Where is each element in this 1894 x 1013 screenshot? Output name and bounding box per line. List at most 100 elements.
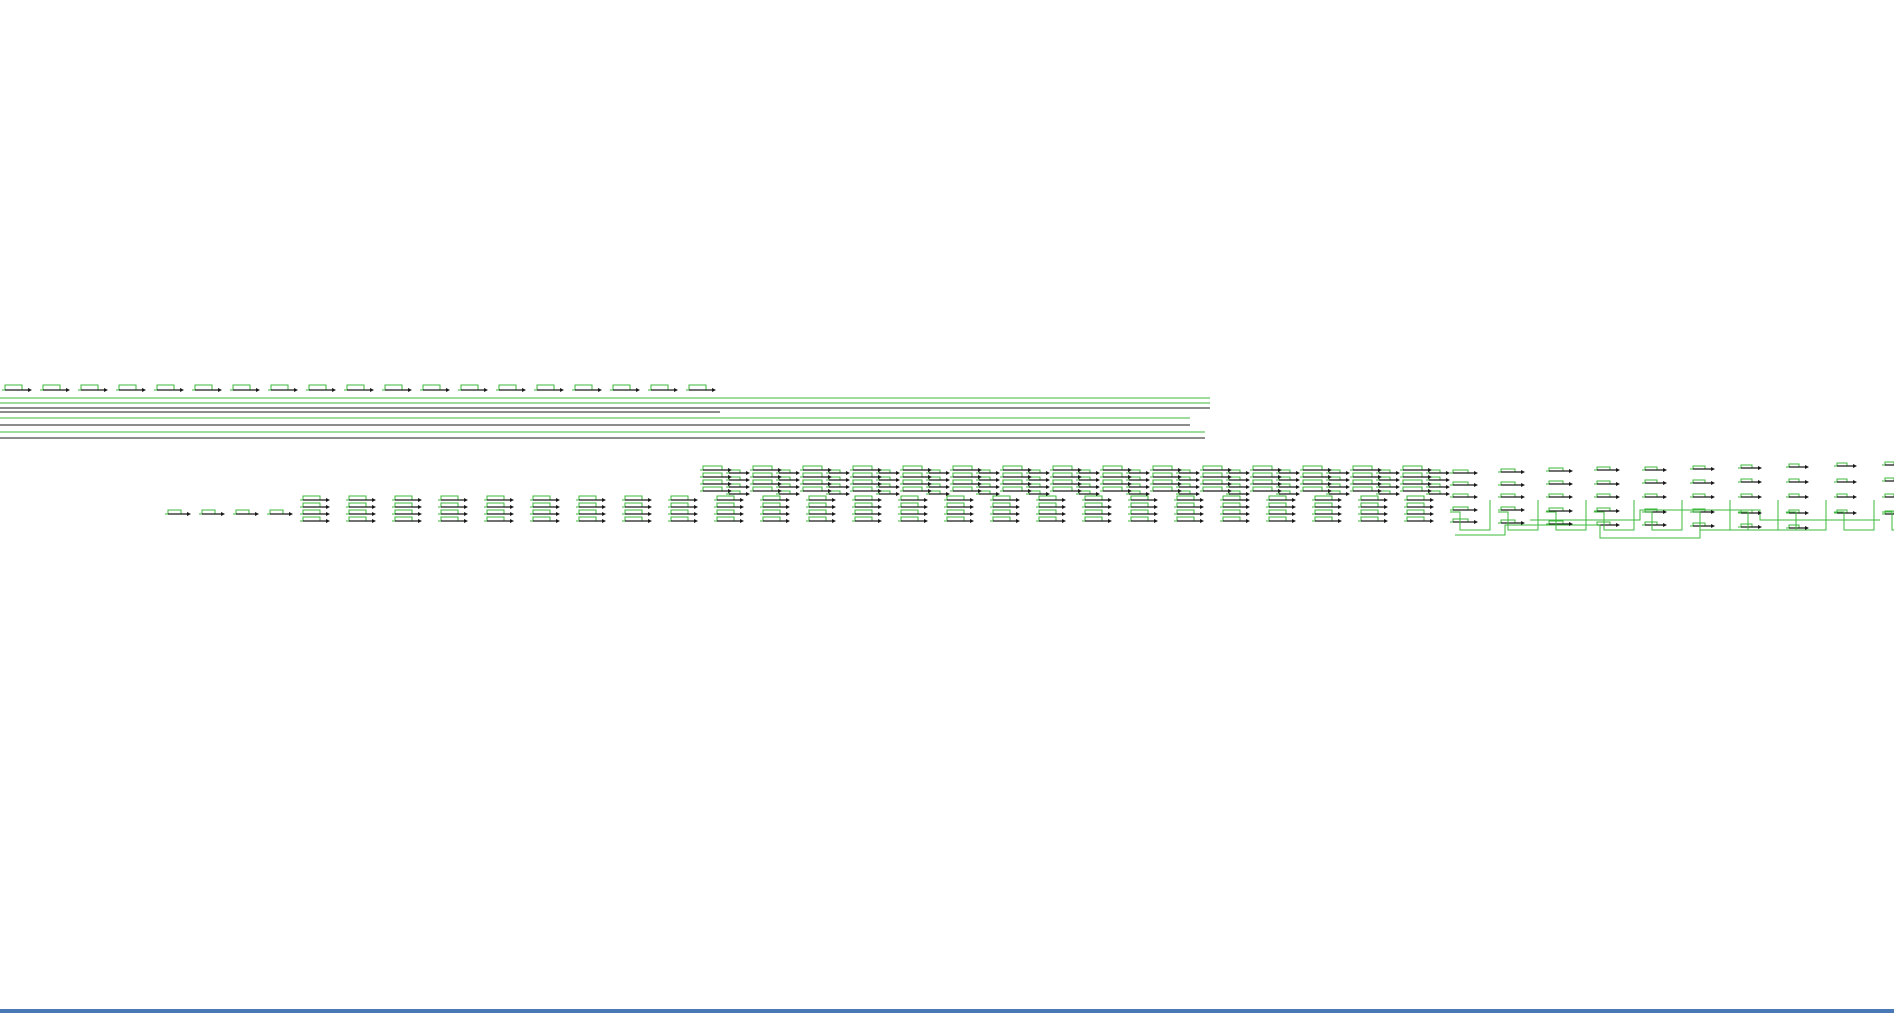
gate-arrow-icon xyxy=(510,498,514,502)
gate-arrow-icon xyxy=(1569,469,1573,473)
gate-arrow-icon xyxy=(978,468,982,472)
gate-arrow-icon xyxy=(1346,471,1350,475)
gate-arrow-icon xyxy=(1078,489,1082,493)
gate-arrow-icon xyxy=(1446,485,1450,489)
gate-arrow-icon xyxy=(970,498,974,502)
gate-arrow-icon xyxy=(1758,525,1762,529)
wire-path xyxy=(382,384,403,391)
wire-path xyxy=(306,384,327,391)
gate-arrow-icon xyxy=(1296,478,1300,482)
gate-arrow-icon xyxy=(746,471,750,475)
gate-arrow-icon xyxy=(104,388,108,392)
gate-arrow-icon xyxy=(694,519,698,523)
wire-path xyxy=(40,384,61,391)
wire-path xyxy=(458,384,479,391)
gate-arrow-icon xyxy=(326,505,330,509)
gate-arrow-icon xyxy=(294,388,298,392)
gate-arrow-icon xyxy=(1062,512,1066,516)
gate-arrow-icon xyxy=(1338,498,1342,502)
gate-arrow-icon xyxy=(1292,512,1296,516)
circuit-diagram xyxy=(0,384,1894,539)
wire-path xyxy=(268,384,289,391)
gate-arrow-icon xyxy=(1016,498,1020,502)
gate-arrow-icon xyxy=(832,512,836,516)
gate-arrow-icon xyxy=(66,388,70,392)
gate-arrow-icon xyxy=(740,498,744,502)
gate-arrow-icon xyxy=(1278,489,1282,493)
gate-arrow-icon xyxy=(970,519,974,523)
gate-arrow-icon xyxy=(648,519,652,523)
gate-arrow-icon xyxy=(1228,482,1232,486)
gate-arrow-icon xyxy=(1711,481,1715,485)
gate-arrow-icon xyxy=(1853,511,1857,515)
gate-arrow-icon xyxy=(1178,475,1182,479)
gate-arrow-icon xyxy=(1028,468,1032,472)
gate-arrow-icon xyxy=(746,478,750,482)
gate-arrow-icon xyxy=(1474,520,1478,524)
gate-arrow-icon xyxy=(1200,505,1204,509)
gate-arrow-icon xyxy=(598,388,602,392)
gate-arrow-icon xyxy=(372,498,376,502)
gate-arrow-icon xyxy=(1378,482,1382,486)
gate-arrow-icon xyxy=(1711,524,1715,528)
gate-arrow-icon xyxy=(1078,482,1082,486)
gate-arrow-icon xyxy=(728,489,732,493)
gate-arrow-icon xyxy=(556,512,560,516)
gate-arrow-icon xyxy=(1521,470,1525,474)
gate-arrow-icon xyxy=(1228,475,1232,479)
gate-arrow-icon xyxy=(1096,471,1100,475)
gate-arrow-icon xyxy=(778,475,782,479)
wire-path xyxy=(78,384,99,391)
gate-arrow-icon xyxy=(1328,482,1332,486)
gate-arrow-icon xyxy=(28,388,32,392)
gate-arrow-icon xyxy=(1396,471,1400,475)
gate-arrow-icon xyxy=(1430,505,1434,509)
gate-arrow-icon xyxy=(1278,482,1282,486)
wire-path xyxy=(192,384,213,391)
gate-arrow-icon xyxy=(1378,489,1382,493)
circuit-canvas[interactable] xyxy=(0,0,1894,1013)
gate-arrow-icon xyxy=(1384,519,1388,523)
gate-arrow-icon xyxy=(694,512,698,516)
gate-arrow-icon xyxy=(1446,492,1450,496)
gate-arrow-icon xyxy=(1663,481,1667,485)
gate-arrow-icon xyxy=(1616,509,1620,513)
wire-path xyxy=(572,384,593,391)
gate-arrow-icon xyxy=(602,505,606,509)
gate-arrow-icon xyxy=(1805,511,1809,515)
gate-arrow-icon xyxy=(796,485,800,489)
gate-arrow-icon xyxy=(796,492,800,496)
gate-arrow-icon xyxy=(1196,478,1200,482)
gate-arrow-icon xyxy=(1200,519,1204,523)
gate-arrow-icon xyxy=(878,498,882,502)
wire-path xyxy=(116,384,137,391)
gate-arrow-icon xyxy=(778,482,782,486)
wire-path xyxy=(534,384,555,391)
gate-arrow-icon xyxy=(978,489,982,493)
gate-arrow-icon xyxy=(978,482,982,486)
gate-arrow-icon xyxy=(1096,478,1100,482)
gate-arrow-icon xyxy=(1196,471,1200,475)
gate-arrow-icon xyxy=(556,498,560,502)
gate-arrow-icon xyxy=(712,388,716,392)
gate-arrow-icon xyxy=(256,388,260,392)
gate-arrow-icon xyxy=(1616,468,1620,472)
gate-arrow-icon xyxy=(602,512,606,516)
wire-path xyxy=(420,384,441,391)
gate-arrow-icon xyxy=(1853,480,1857,484)
gate-arrow-icon xyxy=(602,519,606,523)
gate-arrow-icon xyxy=(796,478,800,482)
gate-arrow-icon xyxy=(1154,512,1158,516)
gate-arrow-icon xyxy=(636,388,640,392)
gate-arrow-icon xyxy=(464,512,468,516)
gate-arrow-icon xyxy=(1338,512,1342,516)
gate-arrow-icon xyxy=(1246,471,1250,475)
gate-arrow-icon xyxy=(1384,505,1388,509)
gate-arrow-icon xyxy=(418,512,422,516)
gate-arrow-icon xyxy=(924,512,928,516)
gate-arrow-icon xyxy=(1108,512,1112,516)
gate-arrow-icon xyxy=(728,468,732,472)
gate-arrow-icon xyxy=(1616,495,1620,499)
gate-arrow-icon xyxy=(1062,498,1066,502)
gate-arrow-icon xyxy=(187,512,191,516)
